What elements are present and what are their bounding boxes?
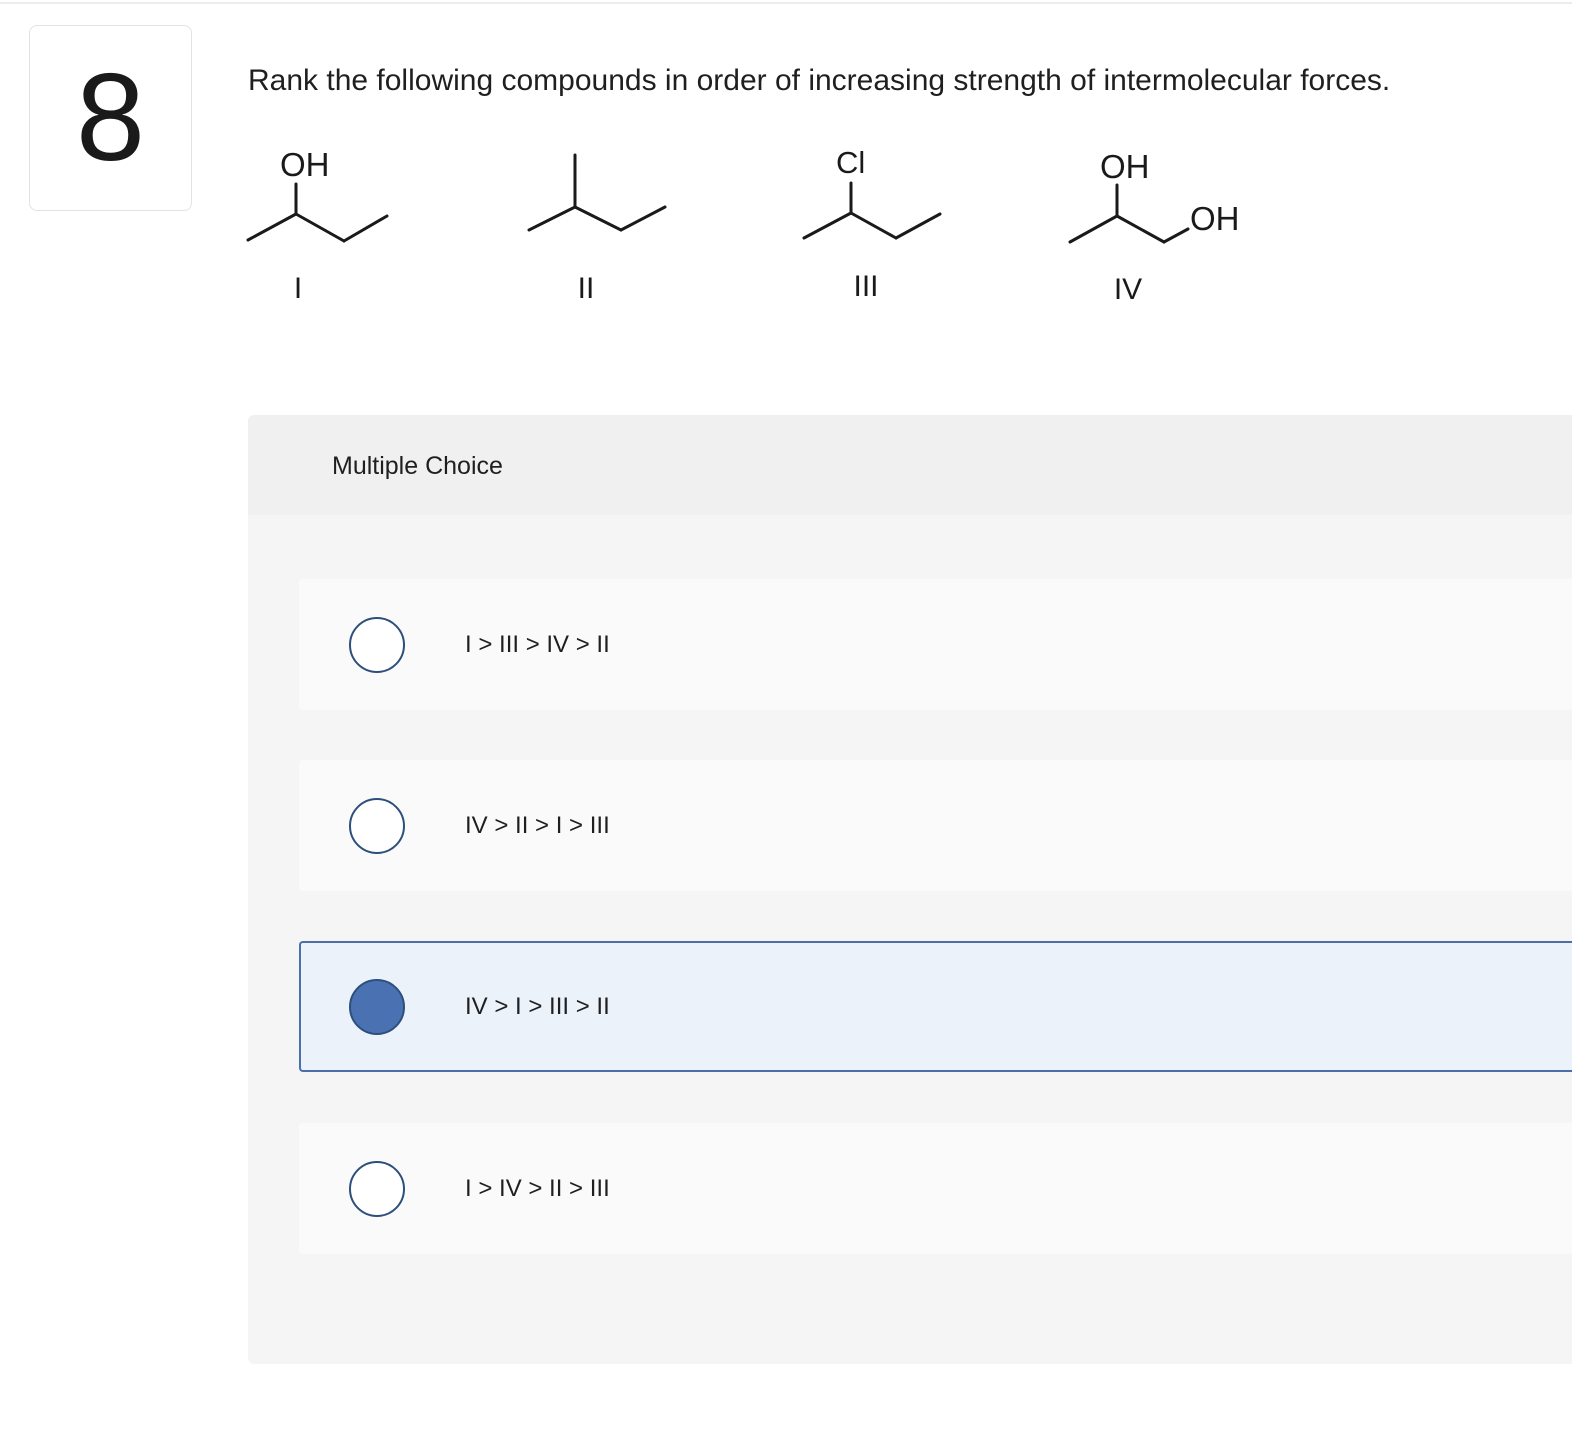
- choice-option-1[interactable]: I > III > IV > II: [299, 579, 1572, 710]
- choice-label: IV > II > I > III: [465, 812, 610, 839]
- compound-iii-structure: [802, 181, 942, 240]
- top-divider: [0, 2, 1572, 4]
- question-number-box: 8: [29, 25, 192, 211]
- compound-iv-substituent: OH: [1100, 148, 1150, 185]
- multiple-choice-title: Multiple Choice: [332, 452, 503, 480]
- question-prompt: Rank the following compounds in order of…: [248, 64, 1391, 97]
- radio-button[interactable]: [349, 1161, 405, 1217]
- multiple-choice-header: Multiple Choice: [248, 415, 1572, 515]
- question-number: 8: [76, 49, 145, 187]
- choice-label: I > IV > II > III: [465, 1175, 610, 1202]
- choice-label: IV > I > III > II: [465, 993, 610, 1020]
- compound-iv-label: IV: [1114, 273, 1142, 306]
- compound-iv-structure: [1068, 183, 1190, 244]
- compound-i-structure: [246, 182, 389, 243]
- choice-option-4[interactable]: I > IV > II > III: [299, 1123, 1572, 1254]
- compound-iii-substituent: Cl: [836, 145, 865, 180]
- choice-option-3[interactable]: IV > I > III > II: [299, 941, 1572, 1072]
- radio-button[interactable]: [349, 617, 405, 673]
- question-page: 8 Rank the following compounds in order …: [0, 0, 1572, 1434]
- radio-button[interactable]: [349, 798, 405, 854]
- compound-iv-substituent-2: OH: [1190, 200, 1240, 237]
- compound-i-label: I: [294, 272, 302, 305]
- compound-i-substituent: OH: [280, 146, 330, 183]
- compound-ii-structure: [527, 153, 667, 232]
- compound-structures: OH Cl OH OH I II III IV: [246, 145, 1240, 306]
- compound-ii-label: II: [578, 272, 595, 305]
- radio-button-selected[interactable]: [349, 979, 405, 1035]
- choice-option-2[interactable]: IV > II > I > III: [299, 760, 1572, 891]
- compound-iii-label: III: [853, 270, 878, 303]
- choice-label: I > III > IV > II: [465, 631, 610, 658]
